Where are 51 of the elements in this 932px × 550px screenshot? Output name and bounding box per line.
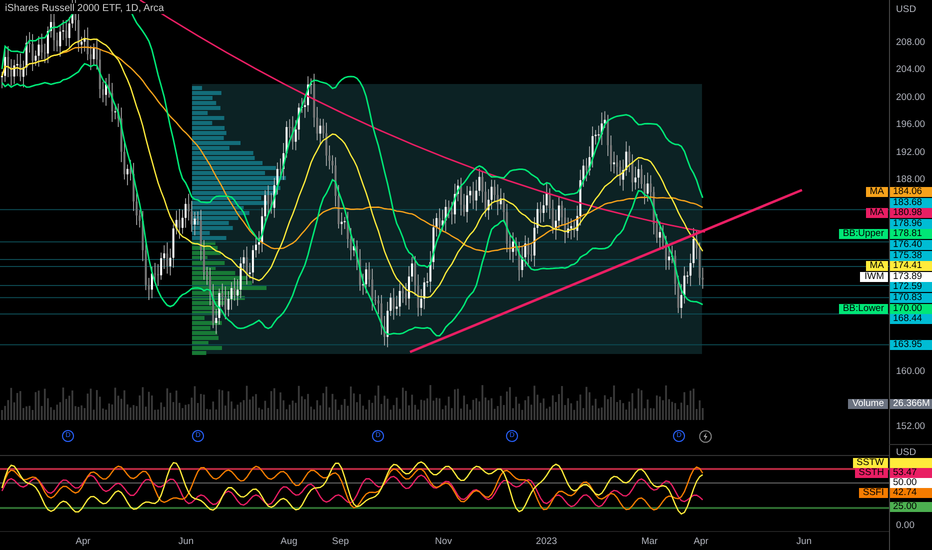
series-tag: SSTH <box>854 468 888 478</box>
price-label: 173.89 <box>890 272 932 282</box>
time-axis-label: Nov <box>435 536 452 547</box>
oscillator-label: 53.47 <box>890 468 932 478</box>
price-label: 178.96 <box>890 218 932 229</box>
price-tick: 200.00 <box>896 92 926 103</box>
series-tag: IWM <box>860 272 888 282</box>
price-label: 163.95 <box>890 340 932 350</box>
price-label: 180.98 <box>890 208 932 218</box>
price-label: 170.83 <box>890 293 932 303</box>
price-tick: 204.00 <box>896 64 926 76</box>
price-label: 172.59 <box>890 282 932 292</box>
price-label: 183.68 <box>890 198 932 208</box>
price-label: 176.40 <box>890 240 932 250</box>
time-axis-label: Jun <box>178 536 194 547</box>
series-tag: MA <box>866 208 888 218</box>
oscillator-label: 42.74 <box>890 488 932 498</box>
price-label: 168.44 <box>890 314 932 324</box>
price-label: 170.00 <box>890 304 932 314</box>
time-axis-label: Apr <box>76 536 90 547</box>
time-axis-label: Apr <box>694 536 708 547</box>
time-axis-label: Mar <box>641 536 658 547</box>
currency-label: USD <box>896 447 916 458</box>
time-axis-label: 2023 <box>536 536 558 547</box>
price-tick: 196.00 <box>896 119 926 130</box>
currency-label: USD <box>896 4 916 15</box>
series-tag: MA <box>866 187 888 197</box>
price-tick: 188.00 <box>896 174 926 185</box>
price-tick: 152.00 <box>896 420 926 432</box>
price-label: 174.41 <box>890 261 932 272</box>
series-tag: BB:Upper <box>838 229 888 240</box>
lightning-icon[interactable] <box>699 430 712 443</box>
series-tag: MA <box>866 261 888 272</box>
volume-value: 26.366M <box>890 399 932 409</box>
price-tick: 208.00 <box>896 37 926 48</box>
price-label: 178.81 <box>890 229 932 240</box>
time-axis-label: Sep <box>332 536 349 547</box>
series-tag: SSTW <box>852 458 888 468</box>
oscillator-tick: 0.00 <box>896 520 914 531</box>
series-tag: BB:Lower <box>838 304 888 314</box>
volume-tag: Volume <box>848 399 888 409</box>
price-label: 175.38 <box>890 250 932 261</box>
oscillator-label: 25.00 <box>890 502 932 512</box>
price-tick: 160.00 <box>896 366 926 377</box>
series-tag: SSFI <box>858 488 888 498</box>
price-tick: 192.00 <box>896 146 926 158</box>
time-axis-label: Aug <box>280 536 298 547</box>
oscillator-label: 50.00 <box>890 478 932 488</box>
price-label: 184.06 <box>890 187 932 197</box>
chart-title: iShares Russell 2000 ETF, 1D, Arca <box>3 3 166 14</box>
time-axis-label: Jun <box>796 536 812 547</box>
